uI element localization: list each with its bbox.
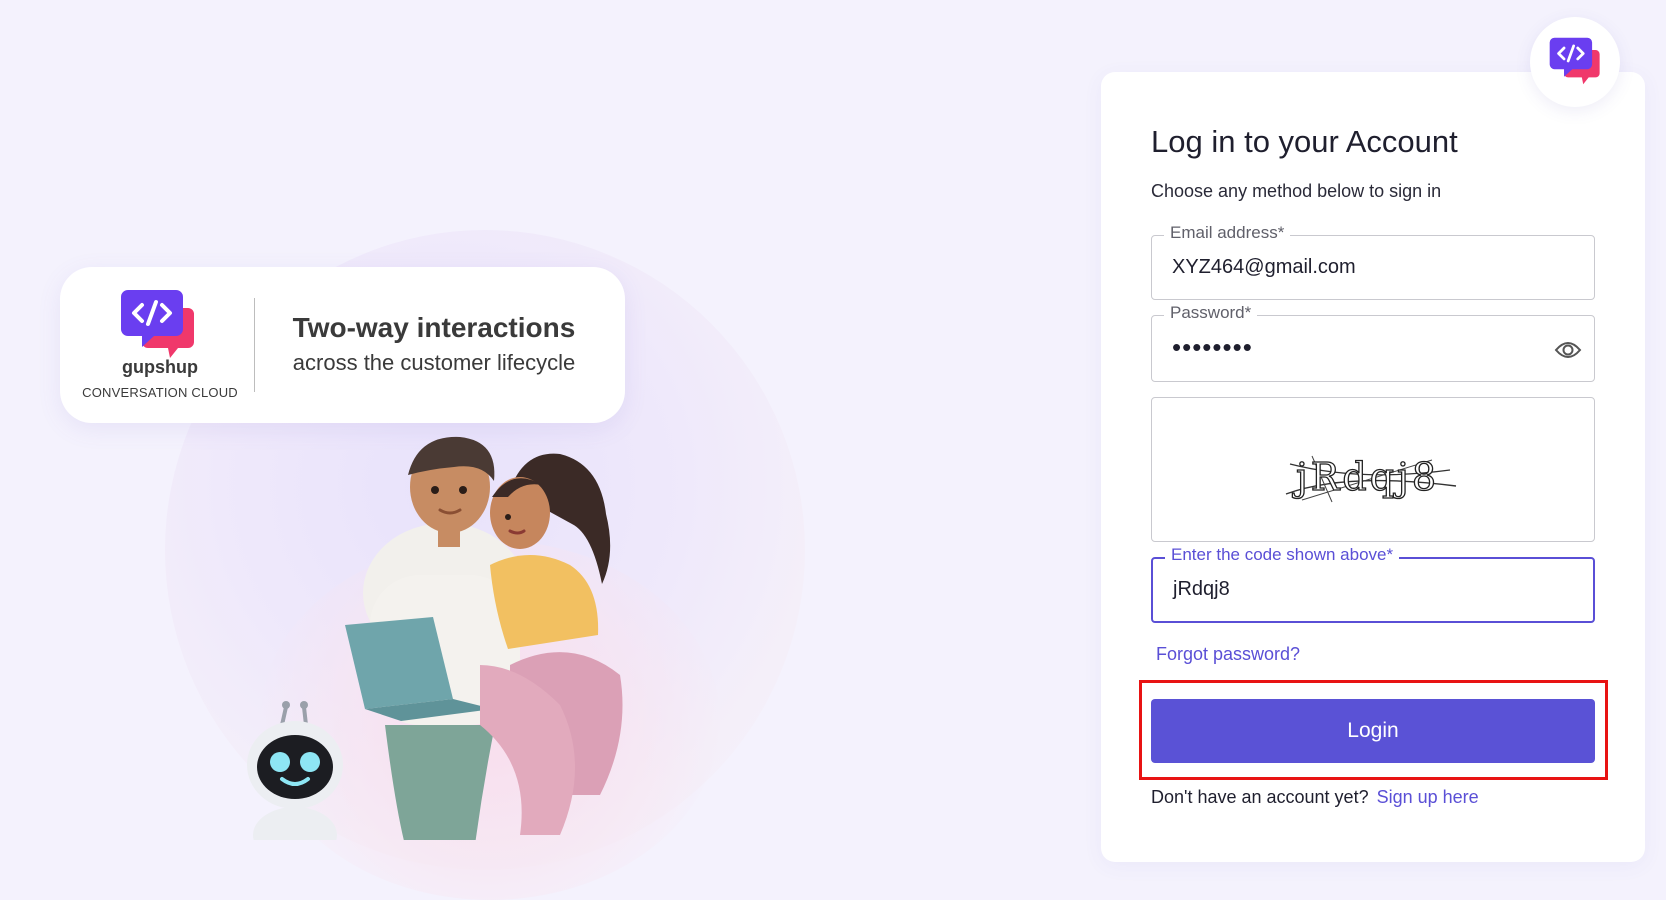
eye-icon[interactable]: [1554, 336, 1582, 364]
brand-divider: [254, 298, 255, 392]
password-label: Password*: [1164, 303, 1258, 323]
captcha-code-field[interactable]: Enter the code shown above* jRdqj8: [1151, 545, 1595, 623]
page-subtitle: Choose any method below to sign in: [1151, 181, 1442, 201]
corner-logo: [1530, 17, 1620, 107]
chat-code-logo-icon: [1549, 37, 1600, 85]
captcha-text: jRdqj8: [1292, 455, 1439, 499]
signup-link[interactable]: Sign up here: [1377, 787, 1479, 807]
robot-icon: [247, 701, 343, 840]
email-label: Email address*: [1164, 223, 1291, 243]
gupshup-logo-icon: [121, 290, 194, 358]
signup-row: Don't have an account yet? Sign up here: [1151, 787, 1479, 808]
forgot-password-link[interactable]: Forgot password?: [1156, 644, 1300, 665]
password-input[interactable]: ••••••••: [1172, 332, 1253, 363]
email-input[interactable]: XYZ464@gmail.com: [1172, 256, 1356, 279]
captcha-code-label: Enter the code shown above*: [1165, 545, 1400, 565]
brand-subtitle: CONVERSATION CLOUD: [82, 385, 238, 400]
captcha-image-box: jRdqj8: [1151, 397, 1595, 542]
captcha-image: jRdqj8: [1285, 454, 1457, 503]
password-field[interactable]: Password* ••••••••: [1151, 303, 1595, 382]
brand-name: gupshup: [122, 357, 198, 377]
captcha-code-input[interactable]: jRdqj8: [1173, 578, 1230, 601]
login-button[interactable]: Login: [1151, 699, 1595, 763]
page-title: Log in to your Account: [1151, 124, 1458, 159]
people-with-laptop-illustration: [247, 436, 623, 840]
signup-prompt: Don't have an account yet?: [1151, 787, 1369, 807]
brand-tagline-main: Two-way interactions: [292, 312, 576, 343]
email-field[interactable]: Email address* XYZ464@gmail.com: [1151, 223, 1595, 300]
brand-tagline-sub: across the customer lifecycle: [292, 350, 576, 375]
